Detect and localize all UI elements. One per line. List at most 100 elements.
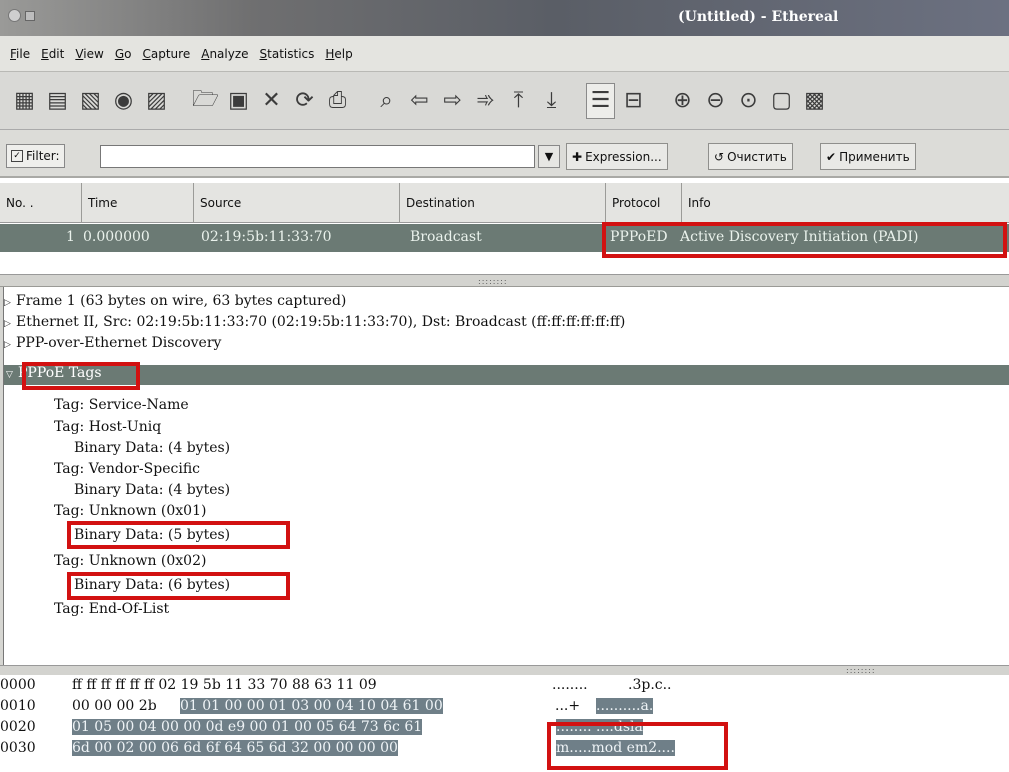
zoom-in-icon[interactable]: ⊕ — [668, 83, 697, 119]
hex-bytes: ff ff ff ff ff ff 02 19 5b 11 33 70 88 6… — [72, 677, 377, 693]
tag-unknown-01[interactable]: Tag: Unknown (0x01) — [54, 503, 206, 521]
binary-data-unknown-01[interactable]: Binary Data: (5 bytes) — [74, 527, 230, 545]
menu-view[interactable]: View — [70, 47, 108, 61]
packet-time: 0.000000 — [83, 229, 150, 245]
menu-help[interactable]: Help — [320, 47, 357, 61]
packet-source: 02:19:5b:11:33:70 — [201, 229, 332, 245]
column-time[interactable]: Time — [82, 183, 194, 223]
apply-label: Применить — [839, 149, 910, 164]
apply-icon: ✔ — [826, 149, 837, 164]
filter-button[interactable]: ✓ Filter: — [6, 144, 65, 168]
auto-scroll-icon[interactable]: ⊟ — [619, 83, 648, 119]
hex-bytes-highlight: 6d 00 02 00 06 6d 6f 64 65 6d 32 00 00 0… — [72, 740, 398, 756]
tree-item-pppoe[interactable]: ▷ PPP-over-Ethernet Discovery — [4, 335, 221, 353]
find-packet-icon[interactable]: ⌕ — [372, 83, 401, 119]
tag-vendor-specific[interactable]: Tag: Vendor-Specific — [54, 461, 200, 479]
column-source[interactable]: Source — [194, 183, 400, 223]
zoom-out-icon[interactable]: ⊖ — [701, 83, 730, 119]
reload-icon[interactable]: ⟳ — [290, 83, 319, 119]
binary-data-unknown-02[interactable]: Binary Data: (6 bytes) — [74, 577, 230, 595]
menu-analyze[interactable]: Analyze — [196, 47, 253, 61]
menu-bar: File Edit View Go Capture Analyze Statis… — [0, 36, 1009, 72]
zoom-normal-icon[interactable]: ⊙ — [734, 83, 763, 119]
expand-arrow-icon[interactable]: ▷ — [4, 298, 16, 308]
expression-label: Expression... — [585, 149, 662, 164]
hex-ascii: ...+ — [555, 698, 581, 714]
go-first-icon[interactable]: ⤒ — [504, 83, 533, 119]
open-file-icon[interactable]: 🗁 — [191, 83, 220, 119]
collapse-arrow-icon[interactable]: ▽ — [6, 370, 18, 380]
go-to-packet-icon[interactable]: ➾ — [471, 83, 500, 119]
clear-label: Очистить — [727, 149, 787, 164]
hex-ascii: ........ — [552, 677, 588, 693]
hex-ascii-highlight: ..........a. — [596, 698, 654, 714]
go-back-icon[interactable]: ⇦ — [405, 83, 434, 119]
restart-capture-icon[interactable]: ▨ — [142, 83, 171, 119]
column-protocol[interactable]: Protocol — [606, 183, 682, 223]
filter-bar: ✓ Filter: ▼ ✚ Expression... ↺ Очистить ✔… — [0, 130, 1009, 178]
filter-label: Filter: — [26, 149, 60, 163]
menu-capture[interactable]: Capture — [137, 47, 195, 61]
expression-button[interactable]: ✚ Expression... — [566, 143, 668, 170]
packet-row[interactable]: 1 0.000000 02:19:5b:11:33:70 Broadcast P… — [0, 224, 1009, 252]
close-file-icon[interactable]: ✕ — [257, 83, 286, 119]
hex-dump-pane: 0000 ff ff ff ff ff ff 02 19 5b 11 33 70… — [0, 675, 1009, 772]
packet-details-tree: ▷ Frame 1 (63 bytes on wire, 63 bytes cap… — [3, 287, 1009, 665]
packet-no: 1 — [66, 229, 75, 245]
hex-ascii-tail: .3p.c.. — [628, 677, 672, 693]
hex-offset: 0010 — [0, 698, 36, 714]
go-last-icon[interactable]: ⤓ — [537, 83, 566, 119]
filter-dropdown-icon[interactable]: ▼ — [538, 145, 560, 168]
packet-list-header: No. . Time Source Destination Protocol I… — [0, 183, 1009, 223]
expand-arrow-icon[interactable]: ▷ — [4, 319, 16, 329]
hex-ascii-highlight: ........ ....dsla — [556, 719, 643, 735]
column-info[interactable]: Info — [682, 183, 1009, 223]
filter-input[interactable] — [100, 145, 535, 168]
start-capture-icon[interactable]: ▧ — [76, 83, 105, 119]
menu-go[interactable]: Go — [110, 47, 137, 61]
menu-edit[interactable]: Edit — [36, 47, 69, 61]
print-icon[interactable]: ⎙ — [323, 83, 352, 119]
tag-service-name[interactable]: Tag: Service-Name — [54, 397, 189, 415]
menu-file[interactable]: File — [5, 47, 35, 61]
tag-unknown-02[interactable]: Tag: Unknown (0x02) — [54, 553, 206, 571]
expression-icon: ✚ — [572, 149, 583, 164]
packet-list: No. . Time Source Destination Protocol I… — [0, 178, 1009, 275]
window-minimize-icon[interactable] — [25, 11, 35, 21]
tree-item-frame[interactable]: ▷ Frame 1 (63 bytes on wire, 63 bytes cap… — [4, 293, 346, 311]
go-forward-icon[interactable]: ⇨ — [438, 83, 467, 119]
interface-list-icon[interactable]: ▦ — [10, 83, 39, 119]
binary-data-host[interactable]: Binary Data: (4 bytes) — [74, 440, 230, 458]
capture-filters-icon[interactable]: ▩ — [800, 83, 829, 119]
resize-columns-icon[interactable]: ▢ — [767, 83, 796, 119]
packet-protocol: PPPoED — [610, 229, 668, 245]
window-menu-icon[interactable] — [8, 9, 21, 22]
clear-button[interactable]: ↺ Очистить — [708, 143, 793, 170]
hex-splitter[interactable]: :::::::: — [0, 665, 1009, 675]
tag-host-uniq[interactable]: Tag: Host-Uniq — [54, 419, 161, 437]
column-no[interactable]: No. . — [0, 183, 82, 223]
tag-end-of-list[interactable]: Tag: End-Of-List — [54, 601, 169, 619]
tree-item-ethernet[interactable]: ▷ Ethernet II, Src: 02:19:5b:11:33:70 (02… — [4, 314, 625, 332]
packet-info: Active Discovery Initiation (PADI) — [680, 229, 919, 245]
filter-check-icon: ✓ — [11, 150, 23, 162]
hex-offset: 0020 — [0, 719, 36, 735]
colorize-icon[interactable]: ☰ — [586, 82, 615, 119]
hex-offset: 0000 — [0, 677, 36, 693]
hex-ascii-highlight: m.....mod em2.... — [556, 740, 675, 756]
window-controls — [8, 9, 35, 22]
stop-capture-icon[interactable]: ◉ — [109, 83, 138, 119]
expand-arrow-icon[interactable]: ▷ — [4, 340, 16, 350]
menu-statistics[interactable]: Statistics — [255, 47, 320, 61]
hex-bytes-highlight: 01 01 00 00 01 03 00 04 10 04 61 00 — [180, 698, 443, 714]
save-file-icon[interactable]: ▣ — [224, 83, 253, 119]
capture-options-icon[interactable]: ▤ — [43, 83, 72, 119]
window-title: (Untitled) - Ethereal — [678, 9, 839, 25]
binary-data-vendor[interactable]: Binary Data: (4 bytes) — [74, 482, 230, 500]
pane-splitter[interactable]: :::::::: — [0, 275, 1009, 287]
column-destination[interactable]: Destination — [400, 183, 606, 223]
ethereal-window: (Untitled) - Ethereal File Edit View Go … — [0, 0, 1009, 772]
tree-item-pppoe-tags[interactable]: ▽ PPPoE Tags — [4, 365, 1009, 385]
title-bar: (Untitled) - Ethereal — [0, 0, 1009, 36]
apply-button[interactable]: ✔ Применить — [820, 143, 916, 170]
